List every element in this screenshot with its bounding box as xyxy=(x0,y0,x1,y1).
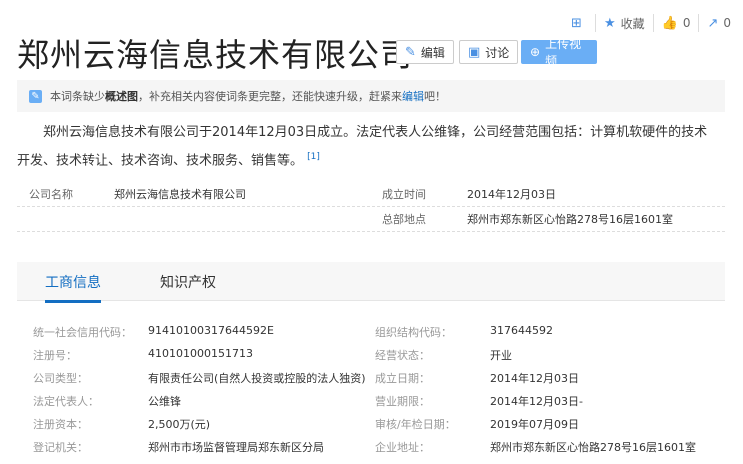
tab-bar: 工商信息 知识产权 xyxy=(17,262,725,303)
basic-value: 2014年12月03日 xyxy=(467,188,556,201)
upload-label: 上传视频 xyxy=(545,37,582,68)
basic-value: 郑州市郑东新区心怡路278号16层1601室 xyxy=(467,213,673,226)
tab-intellectual-property[interactable]: 知识产权 xyxy=(160,272,216,292)
comment-icon: ▣ xyxy=(468,44,481,60)
detail-label: 公司类型： xyxy=(33,372,88,385)
detail-value: 2,500万(元) xyxy=(148,418,211,431)
detail-label: 成立日期： xyxy=(375,372,430,385)
detail-value: 有限责任公司(自然人投资或控股的法人独资) xyxy=(148,372,366,385)
summary: 郑州云海信息技术有限公司于2014年12月03日成立。法定代表人公维锋，公司经营… xyxy=(17,121,717,173)
detail-label: 企业地址： xyxy=(375,441,430,454)
detail-row: 统一社会信用代码： 91410100317644592E 组织结构代码： 317644… xyxy=(0,320,743,343)
pencil-icon: ✎ xyxy=(405,44,416,60)
notice-text-3: 吧！ xyxy=(424,90,446,103)
basic-label: 总部地点 xyxy=(382,213,426,226)
thumbs-up-icon: 👍 xyxy=(661,15,678,31)
detail-label: 注册资本： xyxy=(33,418,88,431)
detail-value: 公维锋 xyxy=(148,395,181,408)
summary-text: 郑州云海信息技术有限公司于2014年12月03日成立。法定代表人公维锋，公司经营… xyxy=(17,125,708,169)
upload-video-button[interactable]: ⊕ 上传视频 xyxy=(521,37,597,68)
discuss-label: 讨论 xyxy=(485,45,510,60)
plus-square-icon: ⊞ xyxy=(571,15,582,31)
edit-label: 编辑 xyxy=(420,45,445,60)
top-actions: ⊞ ★ 收藏 👍 0 ↗ 0 xyxy=(563,14,739,32)
page-title: 郑州云海信息技术有限公司 xyxy=(17,36,414,74)
detail-value: 2014年12月03日- xyxy=(490,395,583,408)
detail-value: 开业 xyxy=(490,349,512,362)
basic-info: 公司名称 郑州云海信息技术有限公司 成立时间 2014年12月03日 总部地点 … xyxy=(17,182,725,232)
detail-row: 注册号： 410101000151713 经营状态： 开业 xyxy=(0,343,743,366)
detail-value: 317644592 xyxy=(490,324,553,337)
star-icon: ★ xyxy=(603,15,616,31)
detail-label: 法定代表人： xyxy=(33,395,99,408)
notice-bold: 概述图 xyxy=(105,90,138,103)
discuss-button[interactable]: ▣ 讨论 xyxy=(459,40,519,64)
detail-row: 登记机关： 郑州市市场监督管理局郑东新区分局 企业地址： 郑州市郑东新区心怡路278号… xyxy=(0,435,743,458)
notice-text: 本词条缺少 xyxy=(50,90,105,103)
share-count: 0 xyxy=(723,16,731,30)
favorite-button[interactable]: ★ 收藏 xyxy=(594,14,653,32)
add-button[interactable]: ⊞ xyxy=(563,14,595,32)
detail-label: 统一社会信用代码： xyxy=(33,326,132,339)
detail-label: 组织结构代码： xyxy=(375,326,452,339)
detail-label: 登记机关： xyxy=(33,441,88,454)
detail-value: 2019年07月09日 xyxy=(490,418,579,431)
business-details: 统一社会信用代码： 91410100317644592E 组织结构代码： 317644… xyxy=(0,320,743,458)
detail-label: 注册号： xyxy=(33,349,77,362)
edit-button[interactable]: ✎ 编辑 xyxy=(396,40,454,64)
detail-label: 营业期限： xyxy=(375,395,430,408)
detail-row: 法定代表人： 公维锋 营业期限： 2014年12月03日- xyxy=(0,389,743,412)
detail-value: 410101000151713 xyxy=(148,347,253,360)
notice-text-2: ，补充相关内容使词条更完整，还能快速升级，赶紧来 xyxy=(138,90,402,103)
detail-row: 注册资本： 2,500万(元) 审核/年检日期： 2019年07月09日 xyxy=(0,412,743,435)
basic-label: 成立时间 xyxy=(382,188,426,201)
tab-business-info[interactable]: 工商信息 xyxy=(45,272,101,303)
share-icon: ↗ xyxy=(707,15,719,31)
like-button[interactable]: 👍 0 xyxy=(652,14,699,32)
favorite-label: 收藏 xyxy=(620,16,645,31)
edit-icon: ✎ xyxy=(29,89,42,103)
basic-row: 总部地点 郑州市郑东新区心怡路278号16层1601室 xyxy=(17,207,725,232)
notice-edit-link[interactable]: 编辑 xyxy=(402,88,424,104)
basic-row: 公司名称 郑州云海信息技术有限公司 成立时间 2014年12月03日 xyxy=(17,182,725,207)
detail-value: 郑州市市场监督管理局郑东新区分局 xyxy=(148,441,324,454)
detail-row: 公司类型： 有限责任公司(自然人投资或控股的法人独资) 成立日期： 2014年12月0… xyxy=(0,366,743,389)
detail-value: 91410100317644592E xyxy=(148,324,274,337)
detail-label: 审核/年检日期： xyxy=(375,418,456,431)
detail-value: 2014年12月03日 xyxy=(490,372,579,385)
basic-value: 郑州云海信息技术有限公司 xyxy=(114,188,246,201)
detail-value: 郑州市郑东新区心怡路278号16层1601室 xyxy=(490,441,696,454)
share-button[interactable]: ↗ 0 xyxy=(698,14,739,32)
notice-bar: ✎ 本词条缺少 概述图 ，补充相关内容使词条更完整，还能快速升级，赶紧来 编辑 吧！ xyxy=(17,80,725,112)
detail-label: 经营状态： xyxy=(375,349,430,362)
like-count: 0 xyxy=(682,16,691,30)
plus-circle-icon: ⊕ xyxy=(530,45,541,59)
reference-link[interactable]: [1] xyxy=(307,152,320,162)
basic-label: 公司名称 xyxy=(29,188,73,201)
